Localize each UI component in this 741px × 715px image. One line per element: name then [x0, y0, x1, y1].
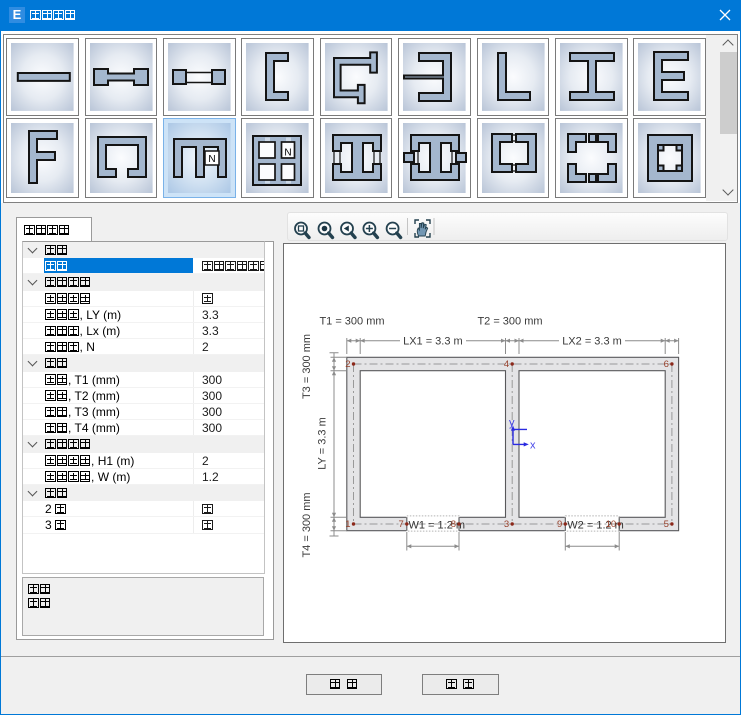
- svg-text:T2 = 300 mm: T2 = 300 mm: [477, 316, 542, 328]
- svg-text:T4 = 300 mm: T4 = 300 mm: [301, 492, 313, 557]
- svg-text:3: 3: [504, 519, 509, 530]
- svg-text:LX1 = 3.3 m: LX1 = 3.3 m: [403, 336, 463, 348]
- svg-text:2: 2: [345, 359, 350, 370]
- svg-text:4: 4: [504, 359, 509, 370]
- svg-text:LY = 3.3 m: LY = 3.3 m: [317, 417, 329, 470]
- svg-text:1: 1: [345, 519, 350, 530]
- svg-text:T1 = 300 mm: T1 = 300 mm: [319, 316, 384, 328]
- svg-text:6: 6: [664, 359, 669, 370]
- svg-text:9: 9: [557, 519, 562, 530]
- svg-text:8: 8: [451, 519, 456, 530]
- svg-text:LX2 = 3.3 m: LX2 = 3.3 m: [562, 336, 622, 348]
- svg-text:7: 7: [399, 519, 404, 530]
- svg-text:5: 5: [664, 519, 669, 530]
- svg-text:N: N: [285, 148, 292, 159]
- svg-text:y: y: [509, 417, 515, 429]
- svg-text:T3 = 300 mm: T3 = 300 mm: [301, 334, 313, 399]
- svg-text:N: N: [208, 154, 215, 165]
- svg-text:W1 = 1.2 m: W1 = 1.2 m: [409, 519, 466, 531]
- svg-text:10: 10: [606, 519, 617, 530]
- svg-text:x: x: [530, 440, 536, 452]
